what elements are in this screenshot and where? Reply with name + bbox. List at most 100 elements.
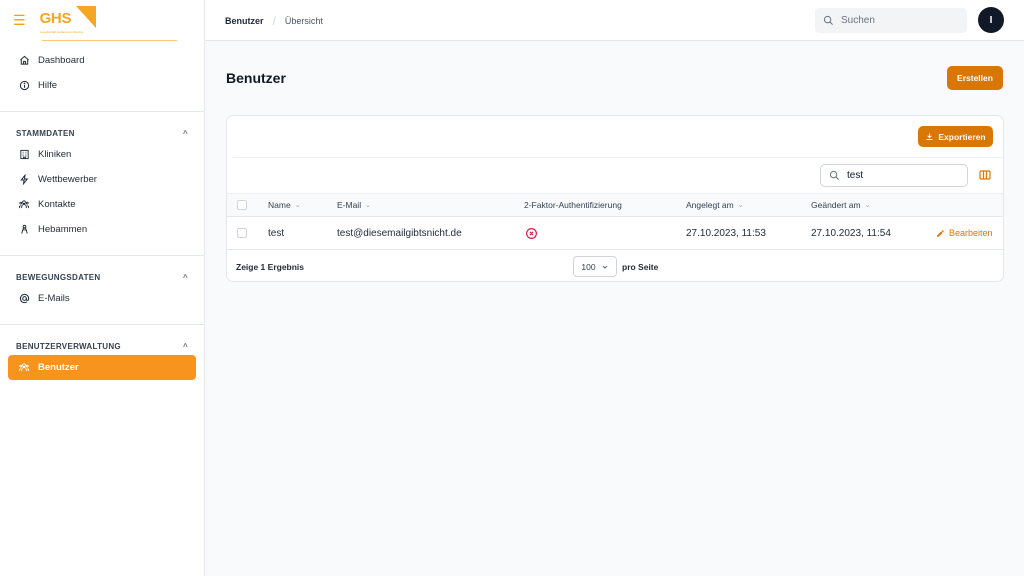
- section-stammdaten: Kliniken Wettbewerber Kontakte Hebammen: [0, 142, 204, 242]
- section-bewegungsdaten: E-Mails: [0, 286, 204, 311]
- pencil-icon: [937, 229, 944, 237]
- sort-icon: ⌄: [365, 202, 371, 209]
- table-footer: Zeige 1 Ergebnis 100 pro Seite: [227, 250, 1003, 283]
- sidebar-item-label: Kliniken: [38, 149, 72, 160]
- column-header-created[interactable]: Angelegt am ⌄: [686, 194, 744, 216]
- section-toggle-stammdaten[interactable]: STAMMDATEN ^: [0, 124, 204, 142]
- topbar: Benutzer / Übersicht Suchen I: [205, 0, 1024, 41]
- download-icon: [926, 133, 933, 140]
- column-header-changed[interactable]: Geändert am ⌄: [811, 194, 871, 216]
- logo-triangle: [75, 6, 96, 28]
- select-all-checkbox[interactable]: [237, 194, 247, 216]
- sidebar: ☰ GHS Gesellschaft Hebammen Service Dash…: [0, 0, 205, 576]
- checkbox-box: [237, 228, 247, 238]
- create-button[interactable]: Erstellen: [947, 66, 1003, 90]
- columns-icon[interactable]: [979, 170, 991, 180]
- logo-tagline: Gesellschaft Hebammen Service: [39, 30, 84, 34]
- table-header: Name ⌄ E-Mail ⌄ 2-Faktor-Authentifizierung…: [227, 193, 1003, 217]
- chevron-up-icon: ^: [183, 128, 188, 138]
- sidebar-item-benutzer[interactable]: Benutzer: [8, 355, 196, 380]
- home-icon: [16, 55, 32, 66]
- cell-2fa: [525, 217, 538, 249]
- sidebar-item-label: Hebammen: [38, 224, 88, 235]
- sidebar-item-emails[interactable]: E-Mails: [8, 286, 196, 311]
- avatar[interactable]: I: [978, 7, 1004, 33]
- table-search-input[interactable]: test: [820, 164, 968, 187]
- search-placeholder: Suchen: [841, 15, 875, 26]
- section-title: STAMMDATEN: [16, 128, 75, 138]
- breadcrumb-item-benutzer[interactable]: Benutzer: [225, 16, 264, 26]
- users-icon: [16, 362, 32, 373]
- sidebar-item-wettbewerber[interactable]: Wettbewerber: [8, 167, 196, 192]
- sidebar-item-hebammen[interactable]: Hebammen: [8, 217, 196, 242]
- column-label: Name: [268, 200, 291, 210]
- chevron-up-icon: ^: [183, 272, 188, 282]
- column-label: Angelegt am: [686, 200, 734, 210]
- sort-icon: ⌄: [864, 202, 871, 209]
- breadcrumb: Benutzer / Übersicht: [225, 14, 323, 28]
- page-title: Benutzer: [226, 70, 286, 86]
- chevron-up-icon: ^: [183, 341, 188, 351]
- sidebar-item-label: Hilfe: [38, 80, 58, 91]
- section-title: BEWEGUNGSDATEN: [16, 272, 101, 282]
- column-label: 2-Faktor-Authentifizierung: [524, 200, 622, 210]
- cell-email: test@diesemailgibtsnicht.de: [337, 227, 462, 239]
- row-checkbox[interactable]: [237, 217, 247, 249]
- column-header-email[interactable]: E-Mail ⌄: [337, 194, 371, 216]
- toolbar-divider: [233, 157, 1003, 158]
- sidebar-item-label: Benutzer: [38, 362, 79, 373]
- sidebar-item-label: Wettbewerber: [38, 174, 97, 185]
- search-icon: [829, 170, 839, 180]
- column-header-name[interactable]: Name ⌄: [268, 194, 301, 216]
- logo-text: GHS: [39, 10, 72, 27]
- section-toggle-bewegungsdaten[interactable]: BEWEGUNGSDATEN ^: [0, 268, 204, 286]
- users-table-card: Exportieren test Name ⌄ E-Mail ⌄ 2-Faktor-…: [226, 115, 1004, 282]
- export-label: Exportieren: [938, 131, 986, 142]
- sidebar-item-dashboard[interactable]: Dashboard: [8, 48, 196, 73]
- checkbox-box: [237, 200, 247, 210]
- building-icon: [16, 149, 32, 160]
- per-page-value: 100: [581, 261, 596, 272]
- sort-icon: ⌄: [737, 202, 744, 209]
- users-icon: [16, 199, 32, 210]
- sidebar-divider: [0, 255, 204, 256]
- sidebar-item-kontakte[interactable]: Kontakte: [8, 192, 196, 217]
- edit-label: Bearbeiten: [949, 228, 993, 238]
- sidebar-divider: [0, 111, 204, 112]
- sidebar-item-hilfe[interactable]: Hilfe: [8, 73, 196, 98]
- export-button[interactable]: Exportieren: [918, 126, 993, 147]
- bolt-icon: [16, 174, 32, 185]
- sidebar-item-label: Dashboard: [38, 55, 85, 66]
- at-icon: [16, 293, 32, 304]
- per-page-select[interactable]: 100: [573, 256, 617, 277]
- chevron-down-icon: [602, 265, 607, 269]
- results-count: Zeige 1 Ergebnis: [236, 262, 305, 272]
- per-page-label: pro Seite: [622, 262, 659, 272]
- brand: ☰ GHS Gesellschaft Hebammen Service: [0, 0, 204, 40]
- brand-divider: [42, 40, 177, 41]
- section-title: BENUTZERVERWALTUNG: [16, 341, 121, 351]
- global-search-input[interactable]: Suchen: [815, 8, 967, 33]
- sidebar-top-nav: Dashboard Hilfe: [0, 40, 204, 98]
- collapse-menu-icon[interactable]: ☰: [13, 12, 26, 29]
- info-icon: [16, 80, 32, 91]
- section-benutzerverwaltung: Benutzer: [0, 355, 204, 380]
- breadcrumb-item-uebersicht[interactable]: Übersicht: [285, 16, 323, 26]
- table-row: test test@diesemailgibtsnicht.de 27.10.2…: [227, 217, 1003, 250]
- sidebar-item-kliniken[interactable]: Kliniken: [8, 142, 196, 167]
- cell-name: test: [268, 227, 285, 239]
- person-icon: [16, 224, 32, 235]
- x-circle-icon: [526, 227, 537, 239]
- breadcrumb-separator: /: [272, 14, 276, 28]
- sidebar-divider: [0, 324, 204, 325]
- edit-button[interactable]: Bearbeiten: [936, 217, 993, 249]
- cell-changed: 27.10.2023, 11:54: [811, 227, 891, 239]
- table-search-value: test: [847, 170, 864, 181]
- column-label: Geändert am: [811, 200, 861, 210]
- sidebar-item-label: E-Mails: [38, 293, 70, 304]
- search-icon: [823, 15, 833, 25]
- sort-icon: ⌄: [294, 202, 301, 209]
- section-toggle-benutzerverwaltung[interactable]: BENUTZERVERWALTUNG ^: [0, 337, 204, 355]
- cell-created: 27.10.2023, 11:53: [686, 227, 766, 239]
- logo[interactable]: GHS Gesellschaft Hebammen Service: [38, 3, 96, 37]
